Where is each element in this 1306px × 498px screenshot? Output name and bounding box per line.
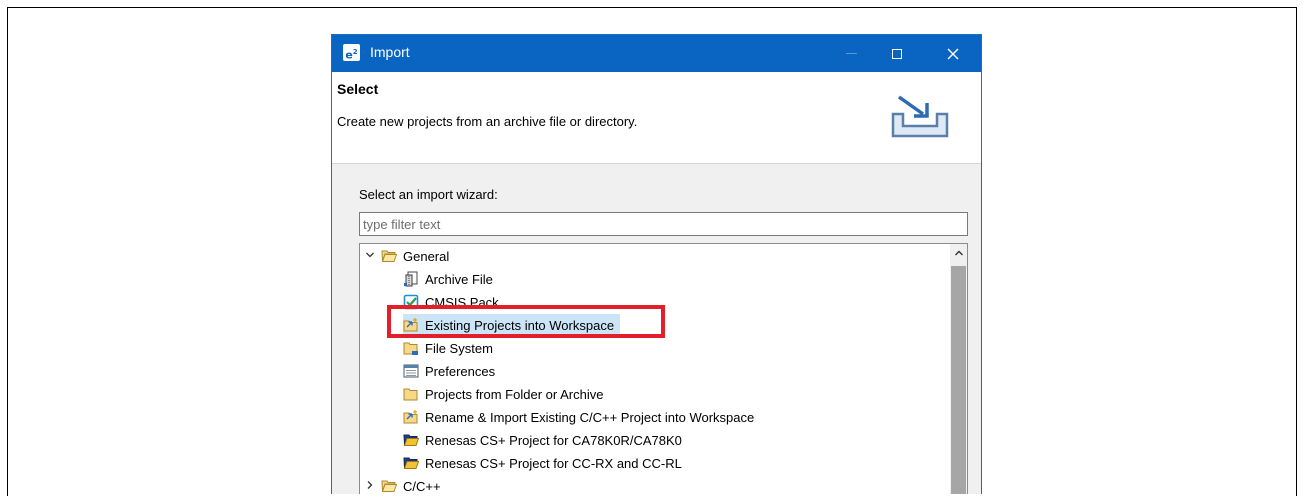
close-button[interactable] [930,35,976,72]
titlebar[interactable]: e2 Import [332,35,981,72]
maximize-button[interactable] [874,35,920,72]
preferences-icon [403,364,419,378]
tree-item-preferences[interactable]: Preferences [403,360,495,382]
renesas-folder-icon [403,457,419,469]
rename-import-icon [403,410,418,424]
page-description: Create new projects from an archive file… [337,114,638,129]
scroll-up-button[interactable] [950,244,967,261]
renesas-folder-icon [403,434,419,446]
tree-item-label: Rename & Import Existing C/C++ Project i… [425,409,755,425]
tree-item-label: Projects from Folder or Archive [425,386,604,402]
import-dialog: e2 Import Select Create new projects fro… [331,34,982,494]
page-frame: e2 Import Select Create new projects fro… [7,7,1297,496]
page-title: Select [337,81,379,97]
chevron-up-icon [954,250,963,255]
tree-item-label: File System [425,340,493,356]
tree-item-label: Renesas CS+ Project for CC-RX and CC-RL [425,455,682,471]
tree-item-projects-folder[interactable]: Projects from Folder or Archive [403,383,603,405]
tree-item-renesas-ca78k0r[interactable]: Renesas CS+ Project for CA78K0R/CA78K0 [403,429,682,451]
tree-item-label: CMSIS Pack [425,294,499,310]
wizard-tree: General Archive File CMSIS Pack Existing… [359,243,968,494]
tree-group-cpp[interactable]: C/C++ [364,475,441,494]
tree-item-renesas-ccrx[interactable]: Renesas CS+ Project for CC-RX and CC-RL [403,452,682,474]
existing-projects-icon [403,318,418,332]
tree-item-rename-import[interactable]: Rename & Import Existing C/C++ Project i… [403,406,754,428]
window-title: Import [370,44,410,60]
tree-group-label: General [403,248,450,264]
app-icon: e2 [343,44,360,62]
tree-item-label: Renesas CS+ Project for CA78K0R/CA78K0 [425,432,682,448]
open-folder-icon [381,480,397,492]
import-wizard-icon [891,95,949,138]
chevron-right-icon[interactable] [364,480,376,493]
open-folder-icon [381,250,397,262]
tree-item-label: Archive File [425,271,493,287]
tree-item-file-system[interactable]: File System [403,337,493,359]
wizard-label: Select an import wizard: [359,187,498,202]
close-icon [947,48,959,59]
tree-item-label: Preferences [425,363,496,379]
tree-item-existing-projects[interactable]: Existing Projects into Workspace [403,314,621,336]
tree-item-archive-file[interactable]: Archive File [403,268,493,290]
minimize-icon [845,53,857,54]
wizard-header: Select Create new projects from an archi… [332,72,981,164]
projects-folder-icon [403,388,418,401]
tree-item-label: Existing Projects into Workspace [425,317,615,333]
filter-input[interactable] [359,212,968,236]
tree-group-general[interactable]: General [364,245,449,267]
file-system-icon [403,342,418,355]
archive-file-icon [404,271,418,287]
maximize-icon [892,48,902,59]
tree-group-label: C/C++ [403,478,441,494]
minimize-button[interactable] [828,35,874,72]
tree-scrollbar[interactable] [950,244,967,494]
cmsis-pack-icon [403,294,419,310]
chevron-down-icon[interactable] [364,250,376,263]
tree-item-cmsis-pack[interactable]: CMSIS Pack [403,291,499,313]
scroll-thumb[interactable] [951,266,966,494]
